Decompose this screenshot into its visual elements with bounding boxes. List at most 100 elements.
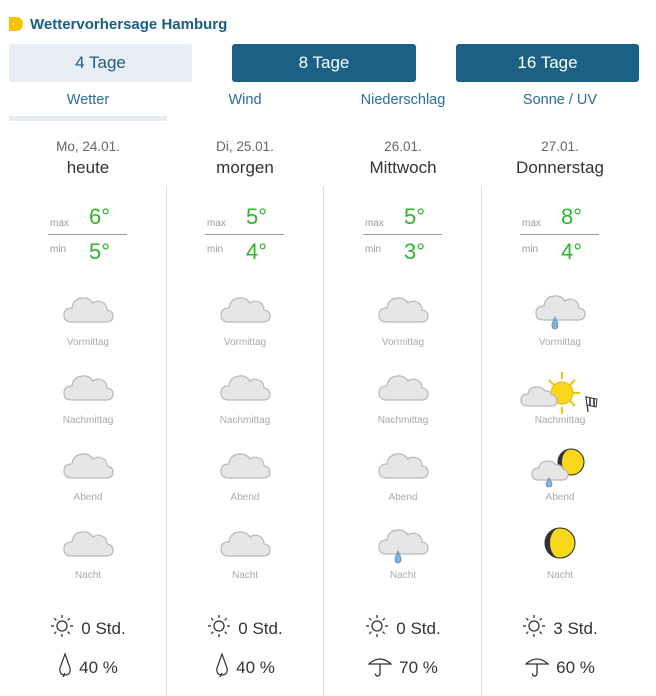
rain-value: 40 % — [79, 657, 118, 677]
sun-icon — [522, 614, 553, 643]
period-abend-weather — [9, 448, 167, 518]
range-4-days-button[interactable]: 4 Tage — [9, 44, 192, 82]
period-nacht-label: Nacht — [389, 570, 417, 581]
day-column: Di, 25.01. morgen max 5° min 4° Vormitta… — [166, 136, 324, 696]
temp-min: 3° — [404, 239, 426, 264]
raindrop-icon — [58, 652, 79, 682]
period-nachmittag-weather — [481, 370, 639, 440]
tab-wind[interactable]: Wind — [166, 90, 324, 116]
sun-cloud-icon — [520, 370, 600, 421]
sun-icon — [365, 614, 396, 643]
range-8-days-button[interactable]: 8 Tage — [232, 44, 416, 82]
temp-max: 8° — [561, 204, 583, 229]
sunshine-value: 3 Std. — [553, 618, 598, 638]
period-abend-weather — [166, 448, 324, 518]
cloud-rain-icon — [534, 292, 586, 337]
period-nachmittag-weather — [166, 370, 324, 440]
moon-cloud-rain-icon — [531, 448, 589, 493]
cloud-icon — [62, 448, 114, 487]
period-abend-weather — [481, 448, 639, 518]
sun-icon — [50, 614, 81, 643]
period-nachmittag-weather — [9, 370, 167, 440]
period-abend-label: Abend — [73, 492, 103, 503]
period-vormittag-weather — [9, 292, 167, 362]
period-nachmittag-label: Nachmittag — [377, 415, 429, 426]
max-label: max — [50, 218, 69, 229]
max-label: max — [207, 218, 226, 229]
cloud-icon — [377, 292, 429, 331]
temp-max: 5° — [246, 204, 268, 229]
min-label: min — [50, 244, 67, 255]
period-vormittag-weather — [324, 292, 482, 362]
temp-divider — [48, 234, 127, 235]
period-vormittag-label: Vormittag — [381, 337, 425, 348]
page-header: Wettervorhersage Hamburg — [9, 12, 227, 36]
temp-max: 6° — [89, 204, 111, 229]
period-vormittag-label: Vormittag — [538, 337, 582, 348]
sunshine-hours: 3 Std. — [481, 614, 639, 643]
period-abend-label: Abend — [545, 492, 575, 503]
temperature-block: max 5° min 4° — [205, 136, 295, 276]
rain-probability: 40 % — [9, 652, 167, 682]
umbrella-icon — [367, 653, 399, 682]
tab-niederschlag[interactable]: Niederschlag — [324, 90, 482, 116]
tab-wetter[interactable]: Wetter — [9, 90, 167, 121]
tab-sonne-uv[interactable]: Sonne / UV — [481, 90, 639, 116]
sunshine-value: 0 Std. — [238, 618, 283, 638]
temp-divider — [363, 234, 442, 235]
cloud-icon — [219, 292, 271, 331]
cloud-icon — [62, 292, 114, 331]
period-vormittag-weather — [166, 292, 324, 362]
temperature-block: max 8° min 4° — [520, 136, 610, 276]
cloud-icon — [219, 448, 271, 487]
period-vormittag-label: Vormittag — [66, 337, 110, 348]
period-nacht-weather — [166, 526, 324, 596]
min-label: min — [522, 244, 539, 255]
sunshine-hours: 0 Std. — [166, 614, 324, 643]
rain-probability: 70 % — [324, 653, 482, 682]
period-nachmittag-label: Nachmittag — [534, 415, 586, 426]
period-nacht-weather — [324, 526, 482, 596]
period-nacht-label: Nacht — [231, 570, 259, 581]
temp-max: 5° — [404, 204, 426, 229]
rain-value: 70 % — [399, 657, 438, 677]
temperature-block: max 5° min 3° — [363, 136, 453, 276]
sunshine-value: 0 Std. — [81, 618, 126, 638]
period-nacht-weather — [9, 526, 167, 596]
cloud-icon — [62, 370, 114, 409]
period-vormittag-weather — [481, 292, 639, 362]
raindrop-icon — [215, 652, 236, 682]
temp-min: 4° — [246, 239, 268, 264]
period-vormittag-label: Vormittag — [223, 337, 267, 348]
period-abend-weather — [324, 448, 482, 518]
logo-icon — [9, 17, 23, 31]
cloud-icon — [219, 370, 271, 409]
moon-icon — [543, 526, 577, 565]
range-16-days-button[interactable]: 16 Tage — [456, 44, 639, 82]
day-column: 26.01. Mittwoch max 5° min 3° Vormittag … — [324, 136, 482, 696]
temp-min: 5° — [89, 239, 111, 264]
sunshine-hours: 0 Std. — [9, 614, 167, 643]
period-nacht-label: Nacht — [74, 570, 102, 581]
min-label: min — [207, 244, 224, 255]
max-label: max — [365, 218, 384, 229]
rain-value: 60 % — [556, 657, 595, 677]
period-nachmittag-label: Nachmittag — [219, 415, 271, 426]
cloud-rain-icon — [377, 526, 429, 571]
rain-probability: 60 % — [481, 653, 639, 682]
sunshine-value: 0 Std. — [396, 618, 441, 638]
cloud-icon — [219, 526, 271, 565]
temp-divider — [205, 234, 284, 235]
max-label: max — [522, 218, 541, 229]
rain-value: 40 % — [236, 657, 275, 677]
sunshine-hours: 0 Std. — [324, 614, 482, 643]
period-abend-label: Abend — [230, 492, 260, 503]
sun-icon — [207, 614, 238, 643]
umbrella-icon — [524, 653, 556, 682]
day-column: Mo, 24.01. heute max 6° min 5° Vormittag… — [9, 136, 167, 696]
period-nachmittag-label: Nachmittag — [62, 415, 114, 426]
rain-probability: 40 % — [166, 652, 324, 682]
temp-min: 4° — [561, 239, 583, 264]
temperature-block: max 6° min 5° — [48, 136, 138, 276]
day-column: 27.01. Donnerstag max 8° min 4° Vormitta… — [481, 136, 639, 696]
